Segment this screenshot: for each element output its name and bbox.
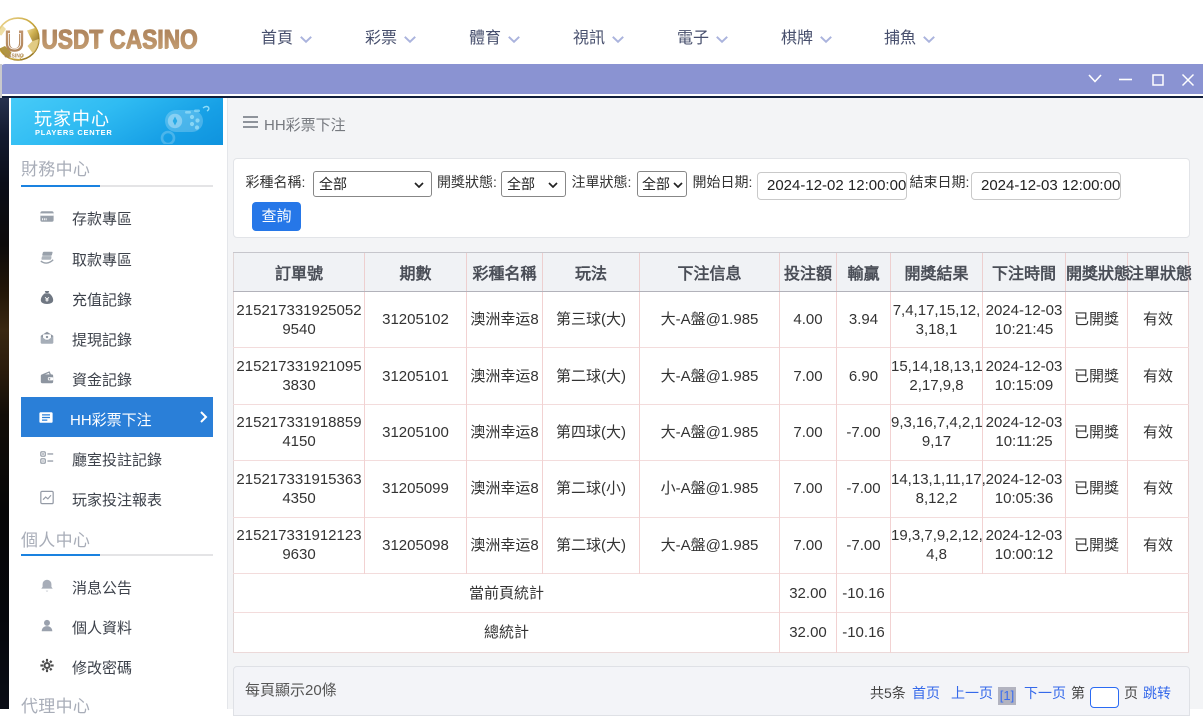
svg-text:U: U bbox=[7, 29, 22, 54]
svg-text:CASINO: CASINO bbox=[4, 54, 24, 60]
